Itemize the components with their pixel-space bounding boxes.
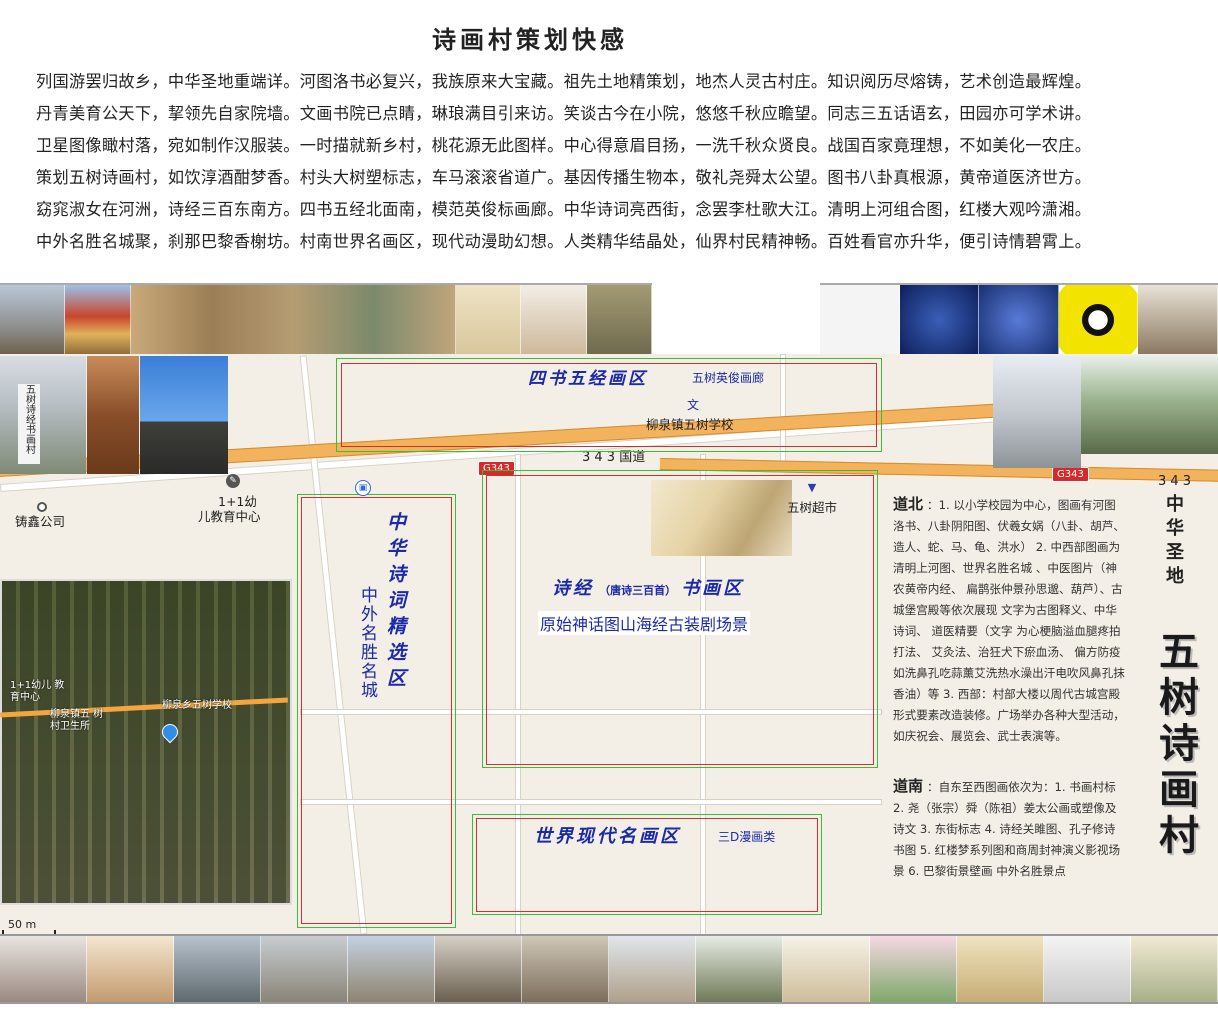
south-body: ：自东至西图画依次为：1. 书画村标 2. 尧（张宗）舜（陈祖）姜太公画或塑像及… [893,780,1121,878]
poem-line: 窈窕淑女在河洲，诗经三百东南方。四书五经北面南，模范英俊标画廊。中华诗词亮西街，… [36,200,1092,219]
poem-line: 卫星图像瞰村落，宛如制作汉服装。一时描就新乡村，桃花源无此图样。中心得意眉目扬，… [36,136,1092,155]
satellite-kindergarten-label: 1+1幼儿 教育中心 [10,680,65,703]
shopping-cart-icon: ▼ [807,481,817,494]
zone-center-title-small: （唐诗三百首） [599,584,677,597]
photo-white-statue [993,356,1081,468]
poem-line: 中外名胜名城聚，刹那巴黎香榭坊。村南世界名画区，现代动漫助幻想。人类精华结晶处，… [36,232,1092,251]
photo-arc-de-triomphe [609,936,696,1002]
zone-west-subtitle: 中外名胜名城 [357,586,377,700]
satellite-inset [0,579,292,905]
photo-painted-figure [87,356,139,474]
south-header: 道南 [893,777,924,795]
school-label: 柳泉镇五树学校 [646,417,734,432]
photo-hetu-diagram [820,285,900,355]
poem-line: 丹青美育公天下，挈领先自家院墙。文画书院已点睛，琳琅满目引来访。笑谈古今在小院，… [36,104,1092,123]
top-photo-strip [0,283,652,357]
photo-statue [140,356,228,474]
zone-north-title: 四书五经画区 [528,369,648,389]
page-title: 诗画村策划快感 [432,25,628,54]
photo-figure-portraits [783,936,870,1002]
poster-big-title: 五树诗画村 [1152,630,1199,860]
photo-cafe-street [522,936,609,1002]
zone-center-subtitle: 原始神话图山海经古装剧场景 [538,611,751,635]
bus-stop-icon: ▣ [355,480,371,496]
photo-scroll-painting [130,285,456,355]
photo-statue-bust [1138,285,1218,355]
photo-ink-drawing [1044,936,1131,1002]
photo-eiffel-tower [87,936,174,1002]
company-label: 铸鑫公司 [15,514,66,529]
school-icon: 文 [686,398,699,412]
zone-center-title-a: 诗经 [552,578,594,599]
poster-small-title: 中华圣地 [1163,494,1184,590]
yinyang-bagua-icon [1058,285,1139,355]
satellite-school-label: 柳泉乡五树学校 [162,700,232,711]
photo-portrait [521,285,587,355]
photo-constellation-map [979,285,1059,355]
photo-paris-building [261,936,348,1002]
monument-text: 五树诗经书画村 [23,384,35,454]
kindergarten-label-2: 儿教育中心 [198,509,261,524]
north-header: 道北 [893,495,924,513]
photo-palace [65,285,131,355]
photo-monument [0,285,66,355]
photo-paris-street [174,936,261,1002]
monument-inscription: 五树诗经书画村 [18,384,40,464]
poem-line: 策划五树诗画村，如饮淳酒酣梦香。村头大树塑标志，车马滚滚省道广。基因传播生物本，… [36,168,1092,187]
zone-north-subtitle: 五树英俊画廊 [692,371,765,385]
top-diagram-strip [820,283,1218,357]
zone-south-title: 世界现代名画区 [534,826,681,847]
south-description: 道南 ：自东至西图画依次为：1. 书画村标 2. 尧（张宗）舜（陈祖）姜太公画或塑… [893,776,1125,882]
north-body: ：1. 以小学校园为中心，图画有河图洛书、八卦阴阳图、伏羲女娲（八卦、胡芦、造人… [893,498,1125,743]
photo-paris-avenue [435,936,522,1002]
photo-lotus [870,936,957,1002]
bottom-photo-strip [0,934,1218,1004]
poem-line: 列国游罢归故乡，中华圣地重端详。河图洛书必复兴，我族原来大宝藏。祖先土地精策划，… [36,72,1092,91]
photo-star-chart [899,285,980,355]
village-map: G343 G343 3 4 3 国道 3 4 3 四书五经画区 五树英俊画廊 文… [0,354,1218,934]
photo-big-tree [1081,356,1218,454]
road-shield-g343: G343 [1052,467,1089,482]
photo-classical-painting [957,936,1044,1002]
national-road-label: 3 4 3 [1158,474,1192,489]
photo-louvre [348,936,435,1002]
photo-landscape-painting [1131,936,1218,1002]
zone-west-title: 中华诗词精选区 [384,512,406,694]
photo-book-page [455,285,522,355]
photo-shijing-painting [651,480,792,556]
kindergarten-icon: ✎ [226,474,240,488]
zone-south-subtitle: 三D漫画类 [718,830,776,844]
supermarket-label: 五树超市 [787,500,838,515]
poem-block: 列国游罢归故乡，中华圣地重端详。河图洛书必复兴，我族原来大宝藏。祖先土地精策划，… [36,66,1196,258]
photo-village-monument [0,356,86,474]
zone-west-inner [301,497,452,924]
zone-center-title-b: 书画区 [681,578,745,599]
zone-center-title: 诗经 （唐诗三百首） 书画区 [552,574,744,600]
north-description: 道北 ：1. 以小学校园为中心，图画有河图洛书、八卦阴阳图、伏羲女娲（八卦、胡芦、… [893,494,1125,747]
photo-painting [586,285,652,355]
photo-winter-street [0,936,87,1002]
satellite-clinic-label: 柳泉镇五 树村卫生所 [50,709,104,732]
photo-ancient-tree [696,936,783,1002]
page-root: 诗画村策划快感 列国游罢归故乡，中华圣地重端详。河图洛书必复兴，我族原来大宝藏。… [0,0,1218,1026]
